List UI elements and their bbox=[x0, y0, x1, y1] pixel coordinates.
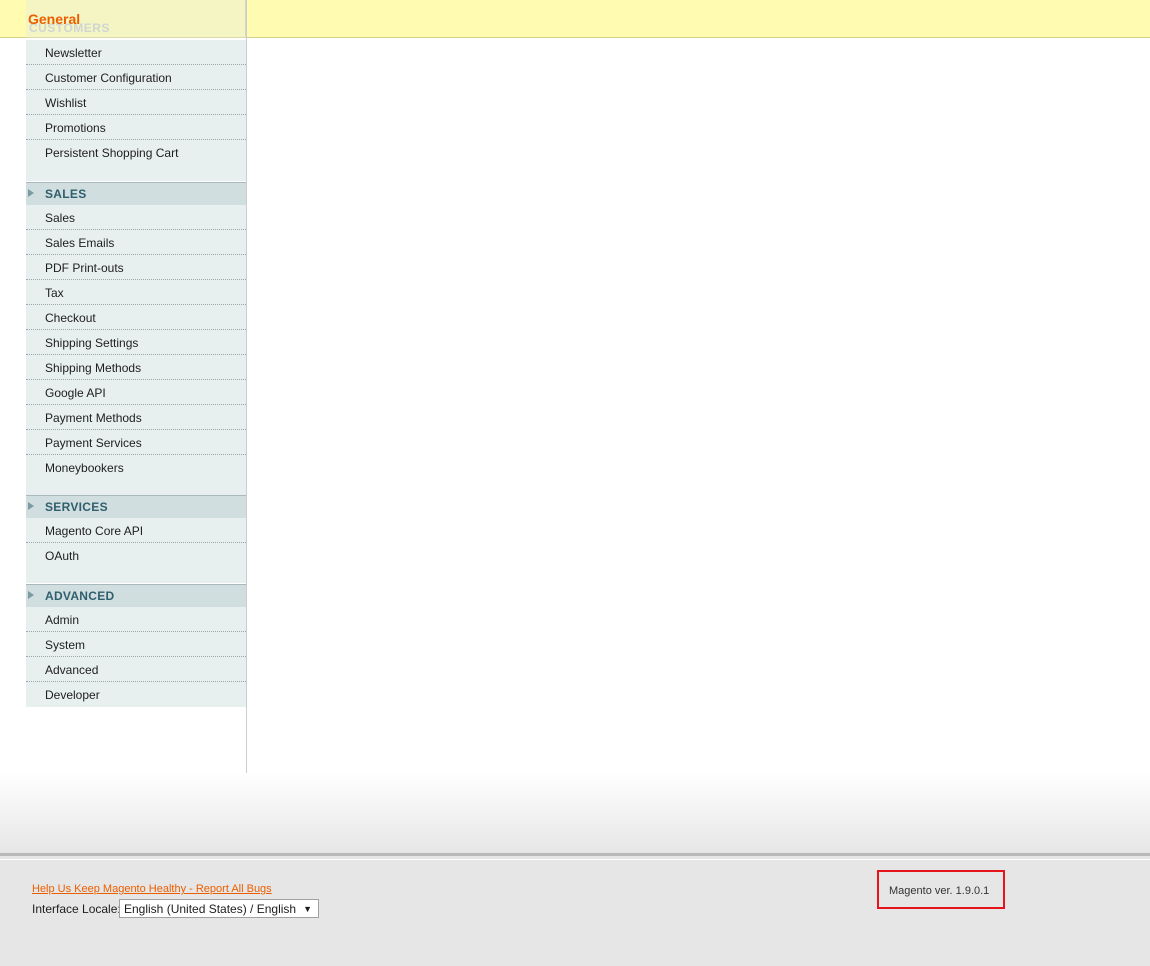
section-header-advanced[interactable]: ADVANCED bbox=[26, 584, 246, 607]
triangle-right-icon bbox=[28, 591, 34, 599]
footer-gradient bbox=[0, 773, 1150, 853]
section-title: SALES bbox=[45, 187, 87, 201]
version-highlight-box: Magento ver. 1.9.0.1 bbox=[877, 870, 1005, 909]
sidebar-item-sales-emails[interactable]: Sales Emails bbox=[26, 230, 246, 255]
locale-selected-value: English (United States) / English bbox=[124, 902, 297, 916]
sidebar-item-pdf-print-outs[interactable]: PDF Print-outs bbox=[26, 255, 246, 280]
section-title: SERVICES bbox=[45, 500, 108, 514]
sidebar-item-checkout[interactable]: Checkout bbox=[26, 305, 246, 330]
section-spacer bbox=[26, 480, 246, 496]
section-header-sales[interactable]: SALES bbox=[26, 182, 246, 205]
config-sidebar: CUSTOMERS Newsletter Customer Configurat… bbox=[26, 0, 247, 773]
triangle-right-icon bbox=[28, 189, 34, 197]
chevron-down-icon: ▼ bbox=[303, 904, 312, 914]
section-sales: SALES Sales Sales Emails PDF Print-outs … bbox=[26, 182, 246, 496]
sidebar-item-tax[interactable]: Tax bbox=[26, 280, 246, 305]
sidebar-item-payment-methods[interactable]: Payment Methods bbox=[26, 405, 246, 430]
sidebar-item-admin[interactable]: Admin bbox=[26, 607, 246, 632]
section-spacer bbox=[26, 568, 246, 583]
sidebar-item-developer[interactable]: Developer bbox=[26, 682, 246, 707]
app-window: General CUSTOMERS Newsletter Customer Co… bbox=[0, 0, 1150, 966]
sidebar-item-newsletter[interactable]: Newsletter bbox=[26, 40, 246, 65]
sidebar-item-system[interactable]: System bbox=[26, 632, 246, 657]
page-title: General bbox=[28, 11, 81, 27]
sidebar-item-promotions[interactable]: Promotions bbox=[26, 115, 246, 140]
sidebar-item-advanced[interactable]: Advanced bbox=[26, 657, 246, 682]
sidebar-item-shipping-settings[interactable]: Shipping Settings bbox=[26, 330, 246, 355]
sidebar-item-persistent-shopping-cart[interactable]: Persistent Shopping Cart bbox=[26, 140, 246, 165]
section-title: ADVANCED bbox=[45, 589, 115, 603]
section-spacer bbox=[26, 165, 246, 181]
sidebar-item-payment-services[interactable]: Payment Services bbox=[26, 430, 246, 455]
section-header-services[interactable]: SERVICES bbox=[26, 495, 246, 518]
triangle-right-icon bbox=[28, 502, 34, 510]
sidebar-item-sales[interactable]: Sales bbox=[26, 205, 246, 230]
sidebar-item-wishlist[interactable]: Wishlist bbox=[26, 90, 246, 115]
sidebar-item-customer-configuration[interactable]: Customer Configuration bbox=[26, 65, 246, 90]
section-advanced: ADVANCED Admin System Advanced Developer bbox=[26, 584, 246, 707]
report-bugs-link[interactable]: Help Us Keep Magento Healthy - Report Al… bbox=[32, 883, 272, 895]
sidebar-item-google-api[interactable]: Google API bbox=[26, 380, 246, 405]
magento-version-text: Magento ver. 1.9.0.1 bbox=[889, 885, 990, 897]
sidebar-item-magento-core-api[interactable]: Magento Core API bbox=[26, 518, 246, 543]
sidebar-item-oauth[interactable]: OAuth bbox=[26, 543, 246, 568]
page-footer: Help Us Keep Magento Healthy - Report Al… bbox=[0, 853, 1150, 966]
interface-locale-label: Interface Locale: bbox=[32, 902, 121, 916]
section-customers: Newsletter Customer Configuration Wishli… bbox=[26, 40, 246, 181]
section-services: SERVICES Magento Core API OAuth bbox=[26, 495, 246, 583]
sidebar-item-moneybookers[interactable]: Moneybookers bbox=[26, 455, 246, 480]
footer-divider bbox=[0, 859, 1150, 860]
sidebar-item-shipping-methods[interactable]: Shipping Methods bbox=[26, 355, 246, 380]
interface-locale-select[interactable]: English (United States) / English ▼ bbox=[119, 899, 319, 918]
